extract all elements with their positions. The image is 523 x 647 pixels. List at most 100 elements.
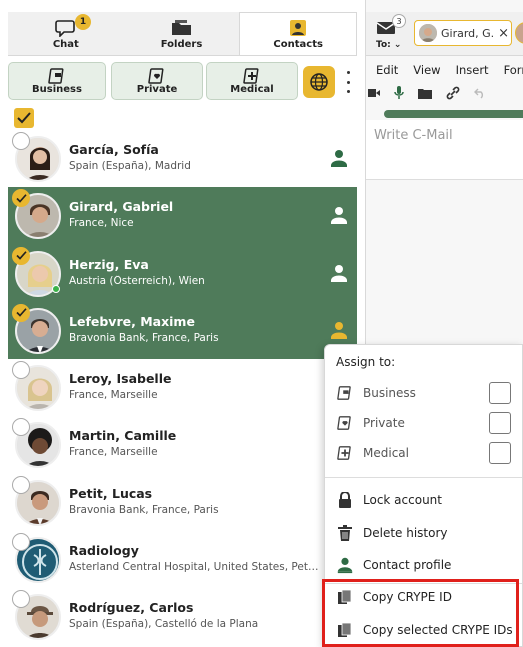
contact-details: Austria (Österreich), Wien [69, 274, 205, 287]
folder-icon [171, 20, 191, 35]
assign-business-label: Business [363, 386, 416, 400]
recipient-bar: 3 To: ⌄ Girard, G. × [366, 12, 523, 56]
contact-details: France, Marseille [69, 389, 158, 402]
filter-medical-button[interactable]: Medical [206, 62, 298, 100]
contact-name: Petit, Lucas [69, 485, 153, 501]
contact-name: Leroy, Isabelle [69, 371, 172, 387]
contact-name: Herzig, Eva [69, 256, 149, 272]
main-tabs: 1 Chat Folders Contacts [8, 12, 358, 56]
tab-contacts[interactable]: Contacts [239, 12, 358, 55]
contact-name: Radiology [69, 543, 139, 559]
private-book-icon [337, 416, 351, 430]
menu-insert[interactable]: Insert [456, 63, 489, 77]
lock-account-item[interactable]: Lock account [336, 488, 442, 512]
contact-row[interactable]: Girard, Gabriel France, Nice [8, 187, 357, 245]
tab-chat[interactable]: 1 Chat [8, 12, 124, 55]
microphone-icon[interactable] [394, 86, 404, 100]
mail-count-badge: 3 [392, 14, 406, 28]
contact-row[interactable]: García, Sofía Spain (España), Madrid [8, 130, 357, 187]
delete-history-item[interactable]: Delete history [336, 521, 448, 545]
video-icon[interactable] [368, 88, 380, 98]
contact-details: France, Nice [69, 217, 134, 230]
tab-folders-label: Folders [160, 39, 203, 50]
contact-row[interactable]: Lefebvre, Maxime Bravonia Bank, France, … [8, 301, 357, 360]
highlight-box [322, 579, 519, 647]
select-all-checkbox[interactable] [14, 108, 34, 128]
assign-medical-label: Medical [363, 446, 409, 460]
business-book-icon [48, 67, 64, 84]
delete-history-label: Delete history [363, 526, 448, 540]
person-icon[interactable] [329, 263, 349, 283]
tab-chat-label: Chat [52, 39, 79, 50]
close-icon[interactable]: × [498, 26, 509, 41]
menu-format[interactable]: Form [504, 63, 523, 77]
contact-details: Spain (España), Madrid [69, 160, 191, 172]
contact-row[interactable]: Leroy, Isabelle France, Marseille [8, 359, 357, 416]
assign-medical-checkbox[interactable] [489, 442, 511, 464]
private-book-icon [148, 67, 164, 84]
undo-icon[interactable] [474, 87, 486, 99]
globe-icon [310, 73, 328, 91]
contact-row[interactable]: Martin, Camille France, Marseille [8, 416, 357, 473]
recipient-avatar[interactable] [515, 22, 523, 44]
contact-row[interactable]: Rodríguez, Carlos Spain (España), Castel… [8, 588, 357, 645]
message-editor[interactable]: Write C-Mail [366, 120, 523, 180]
recipient-name: Girard, G. [441, 26, 495, 40]
chat-badge: 1 [75, 14, 91, 30]
filter-business-button[interactable]: Business [8, 62, 106, 100]
person-icon[interactable] [329, 148, 349, 168]
editor-toolbar [368, 86, 486, 100]
business-book-icon [337, 386, 351, 400]
contact-name: Lefebvre, Maxime [69, 313, 195, 329]
assign-business-item[interactable]: Business [336, 381, 416, 405]
contact-list: García, Sofía Spain (España), Madrid Gir… [8, 130, 357, 646]
editor-accent-bar [384, 110, 523, 118]
person-icon[interactable] [329, 205, 349, 225]
check-icon [17, 112, 31, 124]
assign-private-checkbox[interactable] [489, 412, 511, 434]
chat-icon [55, 20, 75, 37]
contact-details: Bravonia Bank, France, Paris [69, 331, 219, 344]
globe-button[interactable] [303, 66, 335, 98]
contacts-icon [290, 20, 307, 36]
contact-profile-item[interactable]: Contact profile [336, 553, 451, 577]
contact-row[interactable]: Herzig, Eva Austria (Österreich), Wien [8, 244, 357, 302]
to-dropdown[interactable]: To: ⌄ [376, 40, 401, 50]
category-filter-bar: Business Private Medical [8, 62, 357, 102]
person-icon [337, 557, 353, 574]
recipient-chip[interactable]: Girard, G. × [414, 20, 512, 46]
to-label: To: [376, 40, 391, 50]
menu-edit[interactable]: Edit [376, 63, 398, 77]
contact-row[interactable]: Petit, Lucas Bravonia Bank, France, Pari… [8, 474, 357, 531]
contact-details: Spain (España), Castelló de la Plana [69, 618, 259, 631]
tab-folders[interactable]: Folders [124, 12, 240, 55]
online-indicator [52, 284, 60, 293]
row-checkbox[interactable] [12, 533, 30, 552]
assign-business-checkbox[interactable] [489, 382, 511, 404]
editor-placeholder: Write C-Mail [374, 128, 453, 143]
tab-contacts-label: Contacts [273, 39, 323, 50]
contact-name: Girard, Gabriel [69, 199, 174, 215]
assign-private-label: Private [363, 416, 405, 430]
editor-menubar: Edit View Insert Form [376, 63, 523, 77]
folder-icon[interactable] [418, 87, 432, 99]
contact-row[interactable]: Radiology Asterland Central Hospital, Un… [8, 531, 357, 588]
assign-private-item[interactable]: Private [336, 411, 405, 435]
row-checkbox[interactable] [12, 303, 30, 322]
row-checkbox[interactable] [12, 246, 30, 265]
link-icon[interactable] [446, 86, 460, 100]
contact-name: García, Sofía [69, 142, 159, 157]
assign-medical-item[interactable]: Medical [336, 441, 409, 465]
contacts-pane: 1 Chat Folders Contacts Business Private… [8, 0, 358, 647]
row-checkbox[interactable] [12, 132, 30, 150]
filter-medical-label: Medical [230, 83, 274, 95]
more-options-icon[interactable] [344, 71, 352, 93]
chevron-down-icon: ⌄ [393, 40, 402, 50]
person-icon[interactable] [329, 320, 349, 340]
menu-divider [325, 477, 522, 478]
row-checkbox[interactable] [12, 475, 30, 494]
filter-private-button[interactable]: Private [111, 62, 203, 100]
lock-account-label: Lock account [363, 493, 442, 507]
contact-details: Asterland Central Hospital, United State… [69, 561, 324, 574]
menu-view[interactable]: View [413, 63, 440, 77]
